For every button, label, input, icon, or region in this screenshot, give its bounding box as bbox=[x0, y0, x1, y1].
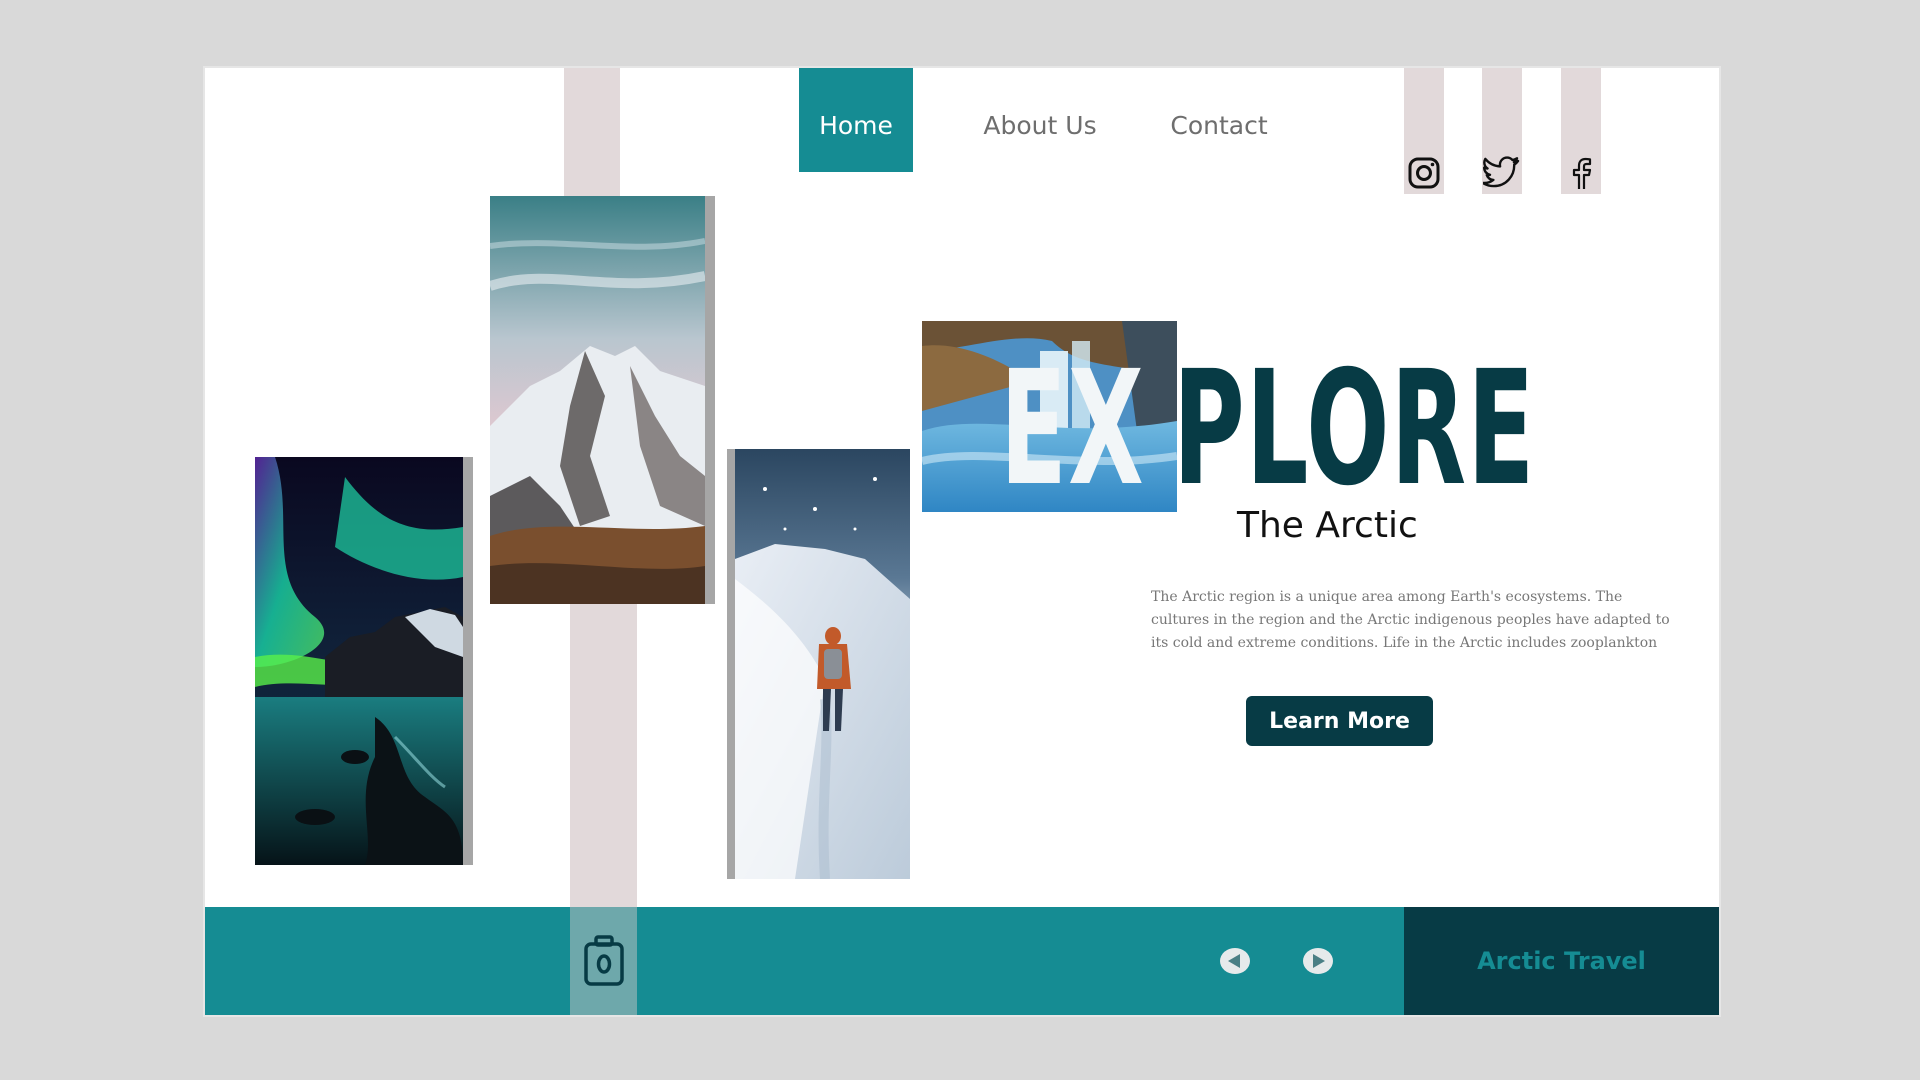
camera-button[interactable] bbox=[570, 907, 637, 1015]
nav-about-us[interactable]: About Us bbox=[975, 68, 1105, 172]
nav-contact[interactable]: Contact bbox=[1160, 68, 1278, 172]
page: Home About Us Contact EX PLORE The Arcti… bbox=[205, 68, 1719, 1015]
hiker-photo-shadow bbox=[727, 449, 735, 879]
facebook-icon bbox=[1572, 157, 1592, 189]
decor-stripe-bottom bbox=[570, 603, 637, 909]
instagram-icon bbox=[1408, 157, 1440, 189]
next-button[interactable] bbox=[1302, 947, 1334, 975]
twitter-icon bbox=[1483, 156, 1520, 188]
hero-description: The Arctic region is a unique area among… bbox=[1151, 589, 1670, 651]
hero-title-plore: PLORE bbox=[1173, 337, 1536, 521]
next-arrow-icon bbox=[1303, 948, 1333, 974]
hiker-photo bbox=[735, 449, 910, 879]
footer-bar: Arctic Travel bbox=[205, 907, 1719, 1015]
aurora-photo bbox=[255, 457, 463, 865]
mountain-photo bbox=[490, 196, 705, 604]
facebook-link[interactable] bbox=[1561, 68, 1601, 194]
instagram-link[interactable] bbox=[1404, 68, 1444, 194]
footer-brand-block: Arctic Travel bbox=[1404, 907, 1719, 1015]
nav-home[interactable]: Home bbox=[799, 68, 913, 172]
footer-brand[interactable]: Arctic Travel bbox=[1477, 947, 1646, 975]
prev-button[interactable] bbox=[1219, 947, 1251, 975]
hero-title-ex: EX bbox=[1000, 337, 1145, 521]
learn-more-button[interactable]: Learn More bbox=[1246, 696, 1433, 746]
camera-icon bbox=[583, 935, 624, 986]
hero-subtitle: The Arctic bbox=[1237, 505, 1418, 546]
prev-arrow-icon bbox=[1220, 948, 1250, 974]
twitter-link[interactable] bbox=[1482, 68, 1522, 194]
mountain-photo-shadow bbox=[705, 196, 715, 604]
decor-stripe-top bbox=[564, 68, 620, 198]
aurora-photo-shadow bbox=[463, 457, 473, 865]
